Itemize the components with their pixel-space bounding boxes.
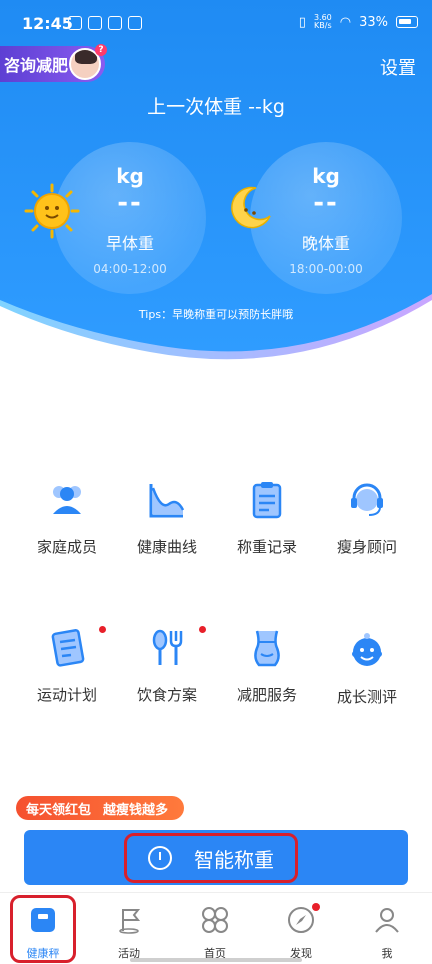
- moon-icon: [231, 186, 271, 229]
- tab-label: 我: [381, 947, 393, 960]
- flag-icon: [119, 909, 141, 934]
- menu-weighing-record[interactable]: 称重记录: [217, 480, 317, 557]
- exercise-plan-icon: [51, 629, 85, 667]
- menu-growth-assessment[interactable]: 成长测评: [317, 630, 417, 707]
- app-notification-icon: [88, 16, 102, 30]
- tab-discover[interactable]: 发现: [258, 893, 344, 964]
- status-bar: 12:45 ▯ 3.60 KB/s ◠ 33%: [0, 0, 432, 44]
- menu-family-members[interactable]: 家庭成员: [17, 480, 117, 557]
- app-notification-icon: [108, 16, 122, 30]
- menu-label: 家庭成员: [36, 538, 97, 556]
- tab-activity[interactable]: 活动: [86, 893, 172, 964]
- app-notification-icon: [68, 16, 82, 30]
- status-time: 12:45: [22, 14, 73, 33]
- promo-left-text: 每天领红包: [26, 802, 92, 818]
- tips-text: Tips：早晚称重可以预防长胖哦: [138, 308, 294, 321]
- clock-icon: [148, 846, 172, 870]
- menu-health-curve[interactable]: 健康曲线: [117, 480, 217, 557]
- diet-icon: [152, 629, 183, 665]
- record-icon: [252, 482, 282, 519]
- net-speed: 3.60 KB/s: [314, 14, 332, 30]
- compass-icon: [288, 907, 314, 933]
- bottom-tab-bar: 健康秤 活动 首页 发现 我: [0, 892, 432, 964]
- app-screen: 12:45 ▯ 3.60 KB/s ◠ 33% 咨询减肥 ? 设置 上一次体重 …: [0, 0, 432, 964]
- menu-exercise-plan[interactable]: 运动计划: [17, 626, 117, 705]
- tab-me[interactable]: 我: [344, 893, 430, 964]
- menu-badge-dot: [199, 626, 206, 633]
- smart-weighing-label: 智能称重: [194, 847, 274, 872]
- battery-percent: 33%: [359, 14, 388, 30]
- discover-badge-dot: [312, 903, 320, 911]
- app-notification-icon: [128, 16, 142, 30]
- tab-health-scale[interactable]: 健康秤: [0, 893, 86, 964]
- notification-icons: [68, 16, 142, 30]
- baby-icon: [352, 633, 382, 666]
- user-icon: [375, 908, 399, 933]
- consult-weight-loss-button[interactable]: 咨询减肥 ?: [0, 44, 107, 82]
- menu-diet-plan[interactable]: 饮食方案: [117, 626, 217, 705]
- sun-icon: [24, 183, 80, 239]
- weight-name: 晚体重: [301, 234, 350, 253]
- gesture-bar: [130, 958, 302, 962]
- promo-right-text: 越瘦钱越多: [103, 802, 169, 818]
- header-hero: 12:45 ▯ 3.60 KB/s ◠ 33% 咨询减肥 ? 设置 上一次体重 …: [0, 0, 432, 370]
- net-speed-unit: KB/s: [314, 21, 332, 30]
- menu-label: 称重记录: [236, 538, 297, 556]
- menu-label: 运动计划: [36, 686, 97, 704]
- settings-button[interactable]: 设置: [380, 54, 416, 80]
- menu-slim-advisor[interactable]: 瘦身顾问: [317, 480, 417, 557]
- consult-label: 咨询减肥: [4, 56, 69, 75]
- menu-label: 成长测评: [336, 688, 397, 706]
- menu-badge-dot: [99, 626, 106, 633]
- body-icon: [254, 630, 280, 667]
- smart-weighing-button[interactable]: 智能称重: [24, 830, 408, 885]
- battery-icon: [396, 16, 418, 28]
- tab-home[interactable]: 首页: [172, 893, 258, 964]
- menu-weight-loss-service[interactable]: 减肥服务: [217, 628, 317, 705]
- weight-time-range: 18:00-00:00: [289, 262, 363, 276]
- wifi-icon: ◠: [339, 14, 352, 30]
- scale-icon: [31, 908, 55, 932]
- menu-label: 饮食方案: [136, 686, 197, 704]
- vibrate-icon: ▯: [298, 14, 306, 30]
- weight-time-range: 04:00-12:00: [93, 262, 167, 276]
- menu-label: 瘦身顾问: [336, 538, 397, 556]
- last-weight: 上一次体重 --kg: [147, 96, 285, 118]
- smart-weighing-highlight: 智能称重: [124, 833, 298, 883]
- advisor-icon: [351, 483, 383, 516]
- menu-label: 减肥服务: [236, 686, 297, 704]
- grid-icon: [202, 907, 228, 933]
- menu-label: 健康曲线: [136, 538, 197, 556]
- family-icon: [53, 486, 81, 514]
- status-right: ▯ 3.60 KB/s ◠ 33%: [299, 14, 418, 30]
- curve-icon: [149, 484, 185, 518]
- question-badge: ?: [95, 44, 107, 56]
- red-packet-promo[interactable]: 每天领红包 越瘦钱越多: [16, 796, 184, 820]
